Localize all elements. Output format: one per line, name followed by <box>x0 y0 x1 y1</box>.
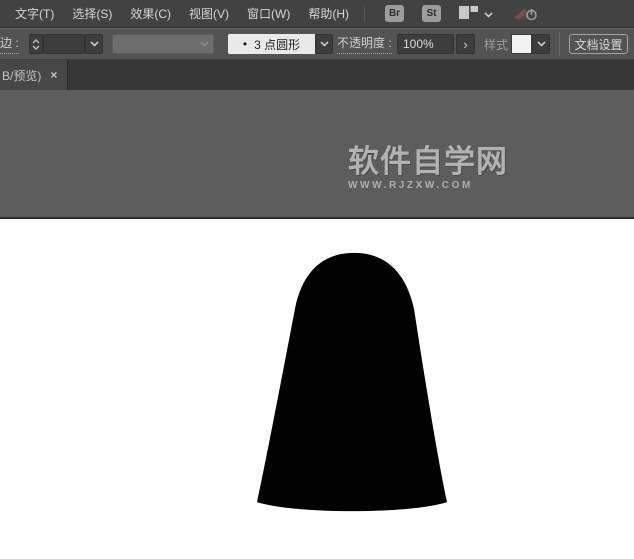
chevron-down-icon <box>89 41 99 47</box>
stepper-down-icon <box>32 45 40 50</box>
workspace-layout-icon <box>459 5 478 22</box>
pasteboard: 软件自学网 WWW.RJZXW.COM <box>0 90 634 217</box>
menu-bar: 文字(T) 选择(S) 效果(C) 视图(V) 窗口(W) 帮助(H) Br S… <box>0 0 634 28</box>
chevron-down-icon <box>200 41 209 47</box>
menu-bar-separator <box>364 5 365 22</box>
cs-live-button[interactable] <box>513 6 539 22</box>
style-swatch[interactable] <box>511 34 532 54</box>
menu-type[interactable]: 文字(T) <box>6 1 63 26</box>
artboard-canvas <box>257 252 447 512</box>
chevron-down-icon <box>484 7 493 21</box>
stroke-weight-label[interactable]: 边 : <box>0 34 19 54</box>
brush-definition-field[interactable]: • 3 点圆形 <box>228 34 315 54</box>
opacity-input[interactable] <box>397 34 454 54</box>
tab-close-icon[interactable]: × <box>50 69 57 81</box>
brush-dot-icon: • <box>242 37 248 51</box>
stepper-up-icon <box>32 38 40 43</box>
opacity-more-button[interactable]: › <box>456 34 475 54</box>
opacity-label[interactable]: 不透明度 : <box>337 34 392 54</box>
stroke-weight-dropdown[interactable] <box>85 34 103 54</box>
cs-live-icon <box>514 7 537 20</box>
menu-help[interactable]: 帮助(H) <box>299 1 358 26</box>
stroke-weight-stepper[interactable] <box>29 34 43 54</box>
menu-select[interactable]: 选择(S) <box>63 1 121 26</box>
menu-window[interactable]: 窗口(W) <box>238 1 299 26</box>
artboard <box>0 217 634 559</box>
document-setup-button[interactable]: 文档设置 <box>569 34 628 54</box>
document-tab-bar: B/预览) × <box>0 60 634 90</box>
style-panel-button[interactable]: St <box>422 5 441 22</box>
chevron-down-icon <box>536 41 546 47</box>
watermark-url: WWW.RJZXW.COM <box>348 180 473 191</box>
control-bar: 边 : • 3 点圆形 不透明度 : › 样式 : 文档设置 <box>0 28 634 60</box>
black-bell-shape[interactable] <box>257 252 447 512</box>
style-dropdown-button[interactable] <box>532 34 550 54</box>
stroke-weight-field[interactable] <box>43 34 85 54</box>
workspace-switcher[interactable] <box>459 5 493 22</box>
watermark: 软件自学网 WWW.RJZXW.COM <box>348 146 508 191</box>
menu-view[interactable]: 视图(V) <box>180 1 238 26</box>
document-tab[interactable]: B/预览) × <box>0 60 68 90</box>
menu-effect[interactable]: 效果(C) <box>121 1 180 26</box>
control-bar-separator <box>559 32 560 56</box>
bridge-button[interactable]: Br <box>385 5 404 22</box>
chevron-down-icon <box>319 41 329 47</box>
variable-width-dropdown[interactable] <box>112 34 214 54</box>
watermark-title: 软件自学网 <box>348 144 508 179</box>
brush-dropdown-button[interactable] <box>315 34 333 54</box>
document-tab-label: B/预览) <box>2 68 42 83</box>
brush-name: 3 点圆形 <box>254 37 301 52</box>
